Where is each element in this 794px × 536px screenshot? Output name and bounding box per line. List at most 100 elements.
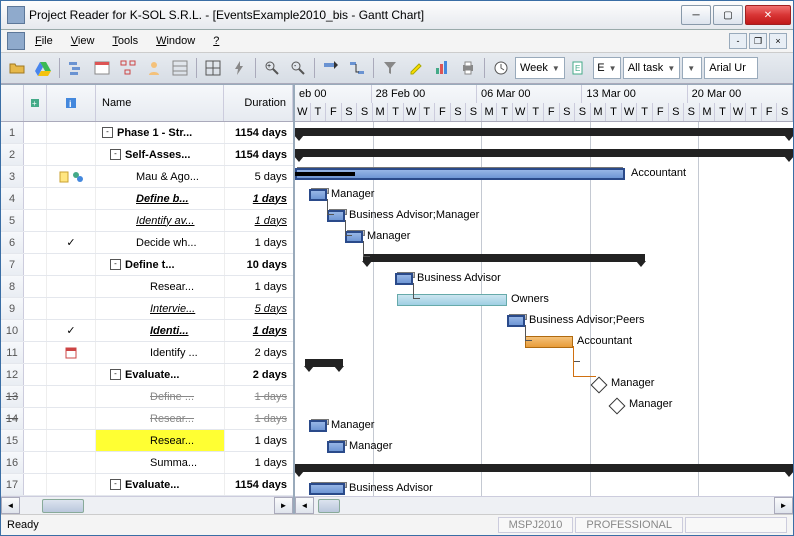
task-bar[interactable]	[395, 273, 413, 285]
info-header[interactable]: i	[47, 85, 96, 121]
table-row[interactable]: 7-Define t...10 days	[1, 254, 293, 276]
open-icon[interactable]	[5, 56, 29, 80]
table-row[interactable]: 17-Evaluate...1154 days	[1, 474, 293, 496]
mdi-restore-button[interactable]: ❐	[749, 33, 767, 49]
name-header[interactable]: Name	[96, 85, 224, 121]
task-name[interactable]: Identify ...	[96, 342, 225, 363]
zoom-out-icon[interactable]: -	[286, 56, 310, 80]
mdi-minimize-button[interactable]: -	[729, 33, 747, 49]
task-bar[interactable]	[507, 315, 525, 327]
calendar-view-icon[interactable]	[90, 56, 114, 80]
row-number[interactable]: 6	[1, 232, 24, 253]
table-icon[interactable]	[201, 56, 225, 80]
row-number[interactable]: 1	[1, 122, 24, 143]
gantt-body[interactable]: AccountantManagerBusiness Advisor;Manage…	[295, 122, 793, 496]
resource-view-icon[interactable]	[142, 56, 166, 80]
table-row[interactable]: 9Intervie...5 days	[1, 298, 293, 320]
table-row[interactable]: 14Resear...1 days	[1, 408, 293, 430]
table-row[interactable]: 12-Evaluate...2 days	[1, 364, 293, 386]
task-bar[interactable]	[309, 483, 345, 495]
summary-bar[interactable]	[295, 149, 793, 157]
task-name[interactable]: Summa...	[96, 452, 225, 473]
zoom-in-icon[interactable]: +	[260, 56, 284, 80]
row-number[interactable]: 13	[1, 386, 24, 407]
gantt-view-icon[interactable]	[64, 56, 88, 80]
timescale-icon[interactable]	[489, 56, 513, 80]
close-button[interactable]: ✕	[745, 5, 791, 25]
task-name[interactable]: Define b...	[96, 188, 225, 209]
indicator-header[interactable]: +	[24, 85, 47, 121]
row-number[interactable]: 4	[1, 188, 24, 209]
mdi-close-button[interactable]: ×	[769, 33, 787, 49]
select-all-header[interactable]	[1, 85, 24, 121]
filter-combo[interactable]: All task▼	[623, 57, 680, 79]
drive-icon[interactable]	[31, 56, 55, 80]
table-row[interactable]: 6✓Decide wh...1 days	[1, 232, 293, 254]
summary-bar[interactable]	[363, 254, 645, 262]
table-row[interactable]: 2-Self-Asses...1154 days	[1, 144, 293, 166]
scroll-right-icon[interactable]: ►	[274, 497, 293, 514]
filter-icon[interactable]	[378, 56, 402, 80]
highlight-icon[interactable]	[404, 56, 428, 80]
scroll-left-icon[interactable]: ◄	[1, 497, 20, 514]
export-icon[interactable]: E	[567, 56, 591, 80]
menu-window[interactable]: Window	[148, 33, 203, 49]
table-row[interactable]: 3Mau & Ago...5 days	[1, 166, 293, 188]
table-row[interactable]: 11Identify ...2 days	[1, 342, 293, 364]
row-number[interactable]: 9	[1, 298, 24, 319]
table-row[interactable]: 10✓Identi...1 days	[1, 320, 293, 342]
row-number[interactable]: 3	[1, 166, 24, 187]
minimize-button[interactable]: ─	[681, 5, 711, 25]
link-task-icon[interactable]	[345, 56, 369, 80]
task-bar[interactable]	[525, 336, 573, 348]
task-name[interactable]: Resear...	[96, 276, 225, 297]
chart-icon[interactable]	[430, 56, 454, 80]
task-name[interactable]: -Evaluate...	[96, 474, 225, 495]
task-bar[interactable]	[327, 441, 345, 453]
row-number[interactable]: 7	[1, 254, 24, 275]
table-row[interactable]: 5Identify av...1 days	[1, 210, 293, 232]
print-icon[interactable]	[456, 56, 480, 80]
task-name[interactable]: Resear...	[96, 408, 225, 429]
bolt-icon[interactable]	[227, 56, 251, 80]
task-bar[interactable]	[309, 420, 327, 432]
menu-view[interactable]: View	[63, 33, 103, 49]
task-name[interactable]: Identify av...	[96, 210, 225, 231]
table-row[interactable]: 15Resear...1 days	[1, 430, 293, 452]
task-name[interactable]: Mau & Ago...	[96, 166, 225, 187]
row-number[interactable]: 16	[1, 452, 24, 473]
task-name[interactable]: -Evaluate...	[96, 364, 225, 385]
right-hscroll[interactable]: ◄ ►	[295, 496, 793, 514]
row-number[interactable]: 10	[1, 320, 24, 341]
row-number[interactable]: 12	[1, 364, 24, 385]
task-name[interactable]: Define ...	[96, 386, 225, 407]
font-combo[interactable]: Arial Ur	[704, 57, 758, 79]
table-row[interactable]: 1-Phase 1 - Str...1154 days	[1, 122, 293, 144]
summary-bar[interactable]	[305, 359, 343, 367]
font-size-combo[interactable]: ▼	[682, 57, 702, 79]
scroll-thumb[interactable]	[318, 499, 340, 513]
summary-bar[interactable]	[295, 464, 793, 472]
timeline-header[interactable]: eb 0028 Feb 0006 Mar 0013 Mar 0020 Mar 0…	[295, 85, 793, 122]
left-hscroll[interactable]: ◄ ►	[1, 496, 293, 514]
task-name[interactable]: -Self-Asses...	[96, 144, 225, 165]
row-number[interactable]: 14	[1, 408, 24, 429]
task-name[interactable]: Intervie...	[96, 298, 225, 319]
scroll-right-icon[interactable]: ►	[774, 497, 793, 514]
maximize-button[interactable]: ▢	[713, 5, 743, 25]
milestone[interactable]	[609, 398, 626, 415]
timescale-combo[interactable]: Week▼	[515, 57, 565, 79]
duration-header[interactable]: Duration	[224, 85, 293, 121]
row-number[interactable]: 15	[1, 430, 24, 451]
outline-toggle-icon[interactable]: -	[110, 369, 121, 380]
row-number[interactable]: 11	[1, 342, 24, 363]
task-name[interactable]: -Define t...	[96, 254, 225, 275]
task-name[interactable]: -Phase 1 - Str...	[96, 122, 225, 143]
titlebar[interactable]: Project Reader for K-SOL S.R.L. - [Event…	[1, 1, 793, 30]
task-bar[interactable]	[309, 189, 327, 201]
export-combo[interactable]: E▼	[593, 57, 621, 79]
summary-bar[interactable]	[295, 128, 793, 136]
menu-help[interactable]: ?	[205, 33, 227, 49]
milestone[interactable]	[591, 377, 608, 394]
outline-toggle-icon[interactable]: -	[102, 127, 113, 138]
